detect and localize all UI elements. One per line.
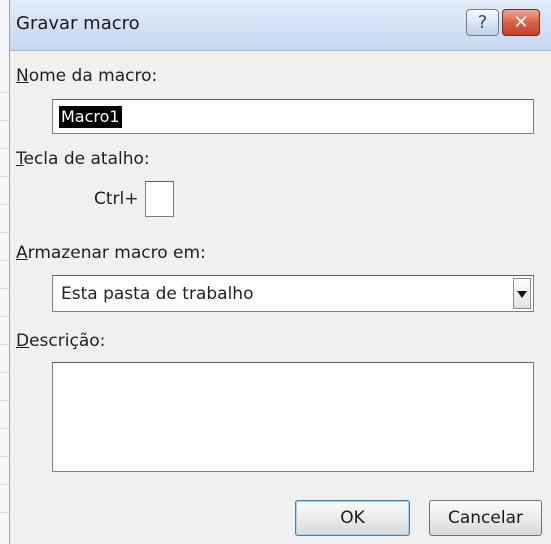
macro-name-value: Macro1 <box>59 106 122 128</box>
record-macro-dialog: Gravar macro ? ✕ Nome da macro: Macro1 T… <box>9 0 551 544</box>
cancel-button[interactable]: Cancelar <box>429 500 542 536</box>
close-button[interactable]: ✕ <box>502 9 540 36</box>
ctrl-prefix-label: Ctrl+ <box>94 189 139 209</box>
close-icon: ✕ <box>513 12 529 33</box>
shortcut-key-input[interactable] <box>145 181 174 217</box>
macro-name-input[interactable]: Macro1 <box>52 99 534 134</box>
help-icon: ? <box>477 12 488 33</box>
ok-button[interactable]: OK <box>295 500 410 536</box>
dialog-title: Gravar macro <box>16 13 140 34</box>
macro-name-label: Nome da macro: <box>16 66 158 86</box>
description-label: Descrição: <box>16 331 106 351</box>
title-bar[interactable]: Gravar macro ? ✕ <box>10 0 551 51</box>
chevron-down-icon[interactable] <box>513 278 531 309</box>
help-button[interactable]: ? <box>466 9 499 36</box>
description-textarea[interactable] <box>52 362 534 472</box>
shortcut-key-label: Tecla de atalho: <box>16 149 150 169</box>
store-macro-label: Armazenar macro em: <box>16 243 206 263</box>
store-macro-selected: Esta pasta de trabalho <box>61 284 254 304</box>
store-macro-select[interactable]: Esta pasta de trabalho <box>52 275 534 312</box>
